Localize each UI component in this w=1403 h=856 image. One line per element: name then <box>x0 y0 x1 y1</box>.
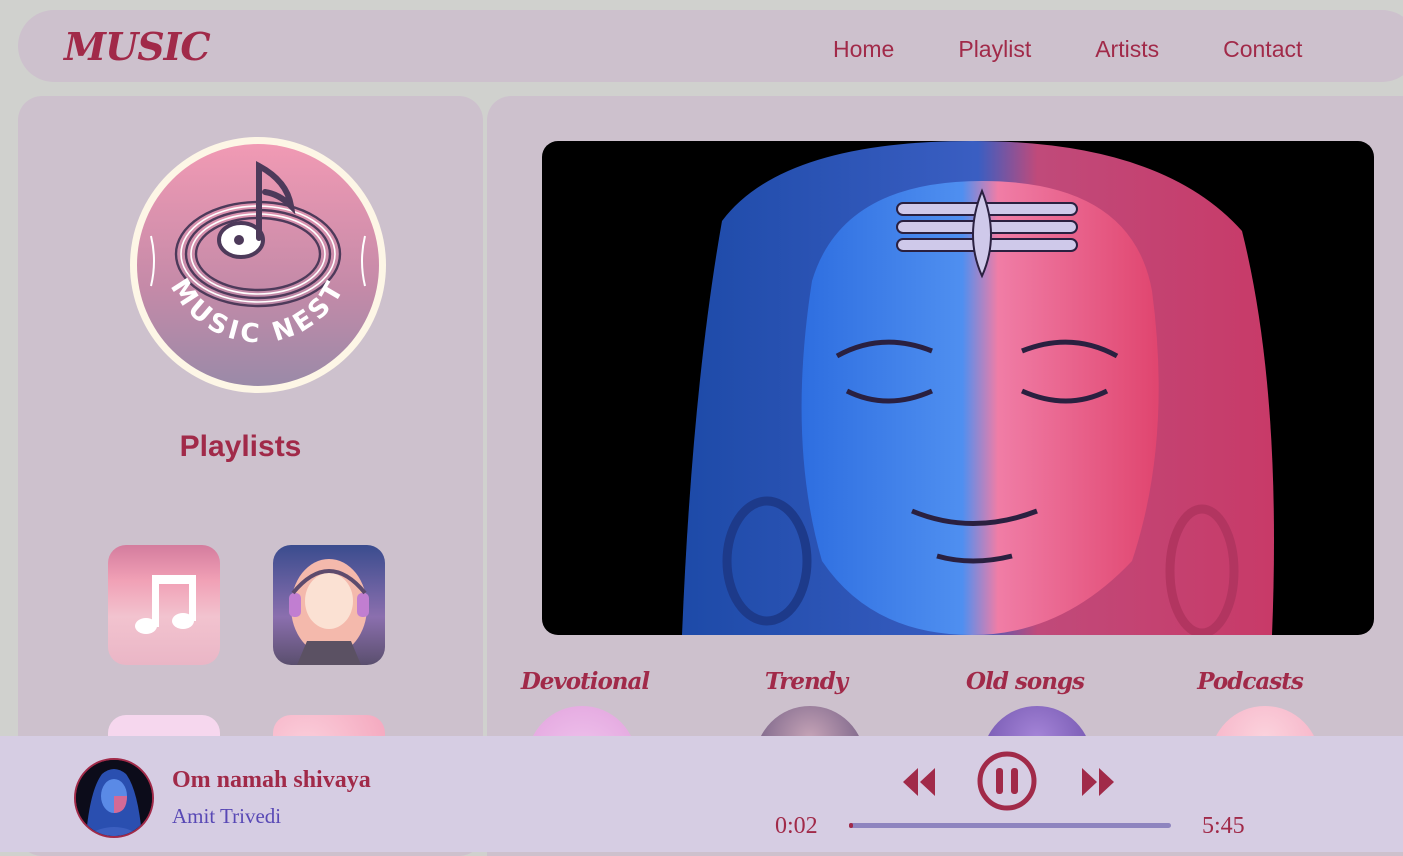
current-time: 0:02 <box>775 813 818 839</box>
pause-icon[interactable] <box>976 750 1038 812</box>
nav-link-contact[interactable]: Contact <box>1223 36 1302 63</box>
progress-fill <box>849 823 853 828</box>
category-old-songs[interactable]: Old songs <box>935 668 1115 695</box>
playlists-heading: Playlists <box>179 430 302 463</box>
playlist-thumb-1[interactable] <box>108 545 220 665</box>
music-nest-logo: MUSIC NEST <box>130 137 386 393</box>
music-note-icon <box>135 575 196 634</box>
nav-link-playlist[interactable]: Playlist <box>958 36 1031 63</box>
duration: 5:45 <box>1202 813 1245 839</box>
navbar: MUSIC Home Playlist Artists Contact <box>18 10 1403 82</box>
shiva-image <box>682 141 1274 635</box>
playlist-thumb-2[interactable] <box>273 545 385 665</box>
fast-forward-icon[interactable] <box>1081 766 1115 798</box>
shiva-thumbnail <box>76 760 152 836</box>
song-artist[interactable]: Amit Trivedi <box>172 804 281 829</box>
category-podcasts[interactable]: Podcasts <box>1160 668 1340 695</box>
song-title: Om namah shivaya <box>172 767 371 793</box>
category-devotional[interactable]: Devotional <box>495 668 675 695</box>
nav-link-artists[interactable]: Artists <box>1095 36 1159 63</box>
brand-logo[interactable]: MUSIC <box>64 24 211 69</box>
nav-links: Home Playlist Artists Contact <box>833 36 1366 63</box>
now-playing-artwork <box>74 758 154 838</box>
featured-banner[interactable] <box>542 141 1374 635</box>
rewind-icon[interactable] <box>902 766 936 798</box>
nav-link-home[interactable]: Home <box>833 36 894 63</box>
category-trendy[interactable]: Trendy <box>716 668 896 695</box>
headphone-girl-image <box>289 559 369 665</box>
progress-bar[interactable] <box>849 823 1171 828</box>
player-bar: Om namah shivaya Amit Trivedi 0:02 5:45 <box>0 736 1403 852</box>
